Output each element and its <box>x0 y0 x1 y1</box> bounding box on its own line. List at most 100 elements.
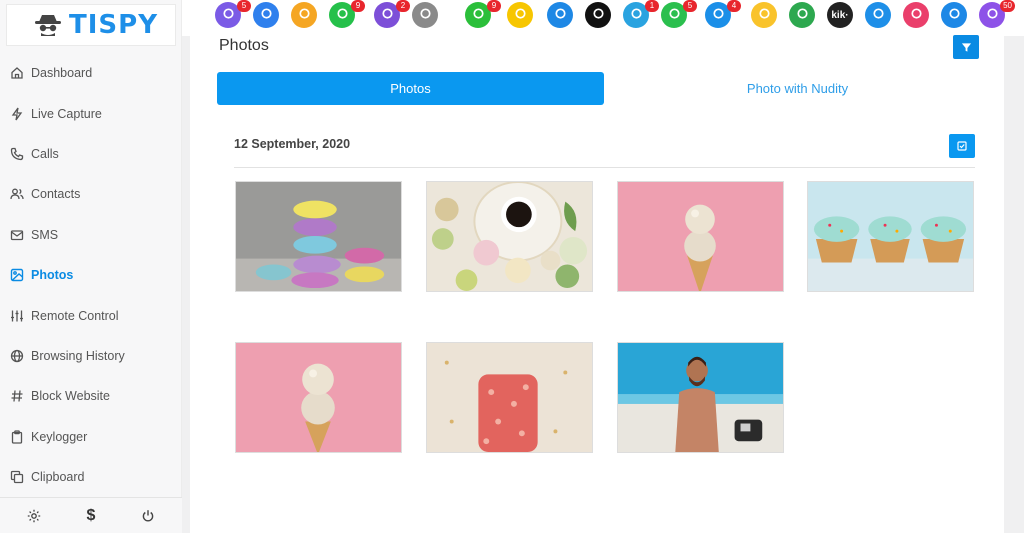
notification-badge: 9 <box>351 0 365 12</box>
hike-icon <box>947 6 962 24</box>
select-all-button[interactable] <box>949 134 975 158</box>
app-kakao-button[interactable] <box>751 2 777 28</box>
brand-name: TISPY <box>69 10 159 40</box>
photo-thumbnail-cupcakes-blue[interactable] <box>807 181 974 292</box>
app-phone-button[interactable]: 5 <box>215 0 251 28</box>
viber-icon <box>380 6 395 24</box>
sidebar-footer: $ <box>0 497 182 533</box>
page-title: Photos <box>219 37 269 54</box>
sidebar-item-calls[interactable]: Calls <box>0 134 182 174</box>
tiktok-icon <box>591 6 606 24</box>
scrollbar-track[interactable] <box>1004 36 1024 533</box>
popsicle-red-image <box>427 343 592 452</box>
sidebar-item-label: Dashboard <box>31 66 93 81</box>
sidebar-item-label: Remote Control <box>31 308 119 323</box>
app-snapchat-button[interactable] <box>507 2 533 28</box>
sidebar-item-dashboard[interactable]: Dashboard <box>0 53 182 93</box>
notes-icon <box>418 6 433 24</box>
notification-badge: 1 <box>645 0 659 12</box>
man-beach-image <box>618 343 783 452</box>
notification-badge: 5 <box>683 0 697 12</box>
app-tinder-button[interactable] <box>865 2 891 28</box>
photo-thumbnail-popsicle-red[interactable] <box>426 342 593 453</box>
app-clipboard-button[interactable] <box>291 2 317 28</box>
filter-button[interactable] <box>953 35 979 59</box>
app-hangouts-button[interactable] <box>789 2 815 28</box>
brand-logo[interactable]: TISPY <box>6 4 176 46</box>
telegram-icon <box>629 6 644 24</box>
billing-button[interactable]: $ <box>76 501 106 531</box>
logout-button[interactable] <box>133 501 163 531</box>
sidebar-nav: Dashboard Live Capture Calls Contacts SM… <box>0 53 182 497</box>
photo-thumbnail-man-beach[interactable] <box>617 342 784 453</box>
photo-tabs: Photos Photo with Nudity <box>217 72 991 105</box>
photo-thumbnail-ice-cream-cone-pink[interactable] <box>617 181 784 292</box>
ice-cream-cone-pink-2-image <box>236 343 401 452</box>
date-label: 12 September, 2020 <box>234 137 351 151</box>
kakao-icon <box>757 6 772 24</box>
date-group-header: 12 September, 2020 <box>234 132 975 168</box>
tinder-icon <box>871 6 886 24</box>
clipboard-icon <box>11 430 23 444</box>
notification-badge: 5 <box>237 0 251 12</box>
power-icon <box>142 509 153 521</box>
sidebar-item-label: Clipboard <box>31 470 85 485</box>
content-gutter <box>182 36 190 533</box>
app-duo-button[interactable] <box>903 2 929 28</box>
app-whatsapp-button[interactable]: 9 <box>329 0 365 28</box>
wechat-icon <box>471 6 486 24</box>
tab-photos[interactable]: Photos <box>217 72 604 105</box>
sidebar-item-block-website[interactable]: Block Website <box>0 376 182 416</box>
globe-icon <box>10 349 24 363</box>
notification-badge: 2 <box>396 0 410 12</box>
sidebar-item-label: SMS <box>31 227 59 242</box>
duo-icon <box>909 6 924 24</box>
app-viber-purple-button[interactable]: 50 <box>979 0 1015 28</box>
bolt-icon <box>11 107 23 120</box>
cupcakes-blue-image <box>808 182 973 291</box>
viber-purple-icon <box>985 6 1000 24</box>
sidebar-item-label: Browsing History <box>31 348 125 363</box>
skype-icon <box>711 6 726 24</box>
sidebar-item-photos[interactable]: Photos <box>0 255 182 295</box>
sidebar-item-label: Live Capture <box>31 106 102 121</box>
sidebar-item-sms[interactable]: SMS <box>0 215 182 255</box>
snapchat-icon <box>513 6 528 24</box>
app-line-button[interactable]: 5 <box>661 0 697 28</box>
hash-icon <box>11 390 23 402</box>
app-kik-button[interactable]: kik· <box>827 2 853 28</box>
app-hike-button[interactable] <box>941 2 967 28</box>
whatsapp-icon <box>335 6 350 24</box>
sidebar-item-contacts[interactable]: Contacts <box>0 174 182 214</box>
app-notes-button[interactable] <box>412 2 438 28</box>
app-flickr-button[interactable] <box>547 2 573 28</box>
sidebar-item-keylogger[interactable]: Keylogger <box>0 417 182 457</box>
app-wechat-button[interactable]: 9 <box>465 0 501 28</box>
app-skype-button[interactable]: 4 <box>705 0 741 28</box>
filter-icon <box>961 42 971 52</box>
photo-thumbnail-macarons-coffee[interactable] <box>426 181 593 292</box>
app-tiktok-button[interactable] <box>585 2 611 28</box>
settings-button[interactable] <box>19 501 49 531</box>
kik-icon: kik· <box>831 9 849 21</box>
line-icon <box>667 6 682 24</box>
sidebar-item-live-capture[interactable]: Live Capture <box>0 93 182 133</box>
app-email-button[interactable] <box>253 2 279 28</box>
phone-icon <box>10 147 24 161</box>
mail-icon <box>10 230 24 240</box>
notification-badge: 9 <box>487 0 501 12</box>
notification-badge: 4 <box>727 0 741 12</box>
tab-photo-with-nudity[interactable]: Photo with Nudity <box>604 72 991 105</box>
app-viber-button[interactable]: 2 <box>374 0 410 28</box>
macarons-coffee-image <box>427 182 592 291</box>
sidebar-item-remote-control[interactable]: Remote Control <box>0 295 182 335</box>
sidebar-item-clipboard[interactable]: Clipboard <box>0 457 182 497</box>
app-telegram-button[interactable]: 1 <box>623 0 659 28</box>
spy-icon <box>35 15 61 36</box>
hangouts-icon <box>795 6 810 24</box>
check-square-icon <box>957 141 967 151</box>
photo-thumbnail-macarons-stack[interactable] <box>235 181 402 292</box>
photo-thumbnail-ice-cream-cone-pink-2[interactable] <box>235 342 402 453</box>
sidebar-item-browsing-history[interactable]: Browsing History <box>0 336 182 376</box>
clipboard-icon <box>297 6 312 24</box>
